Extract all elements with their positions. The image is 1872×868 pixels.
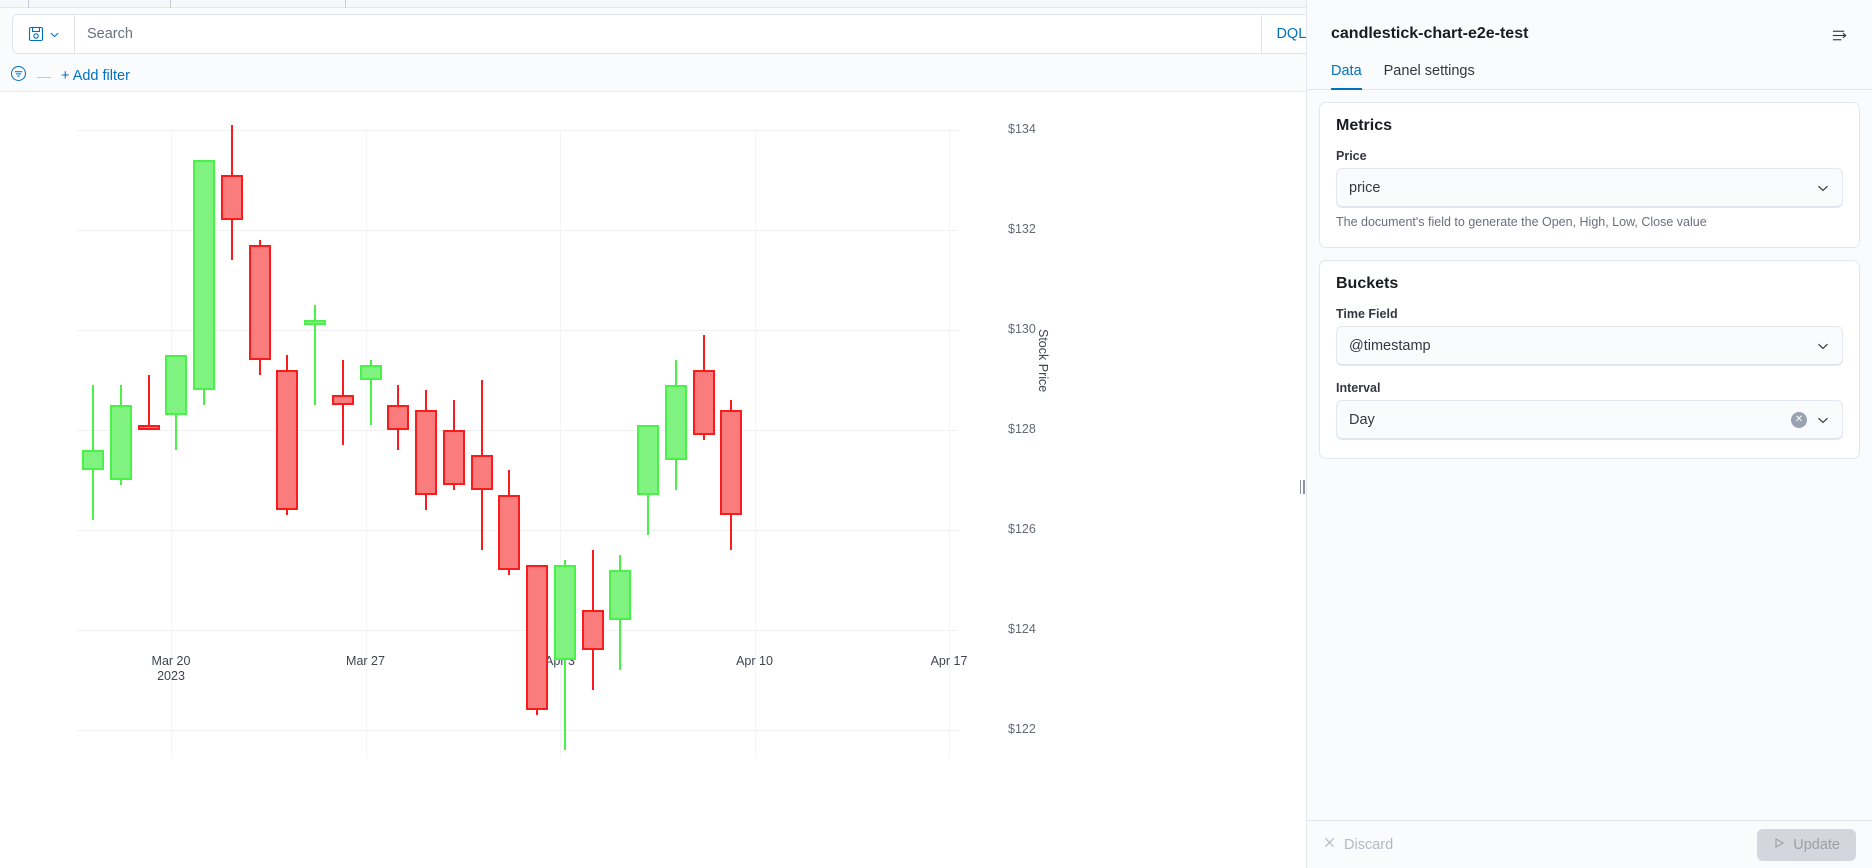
panel-body: Metrics Price price The document's field… (1307, 90, 1872, 820)
candle-body[interactable] (720, 410, 743, 515)
tab-data[interactable]: Data (1331, 63, 1362, 90)
candle-body[interactable] (415, 410, 437, 495)
panel-resize-handle[interactable] (1298, 478, 1306, 496)
search-input[interactable] (75, 15, 1262, 53)
update-button[interactable]: Update (1757, 828, 1856, 861)
candle-body[interactable] (526, 565, 548, 710)
candle-wick (147, 375, 150, 430)
time-field-value: @timestamp (1349, 338, 1431, 354)
price-field-value: price (1349, 180, 1381, 196)
interval-select[interactable]: Day ✕ (1336, 400, 1843, 440)
candle-body[interactable] (609, 570, 632, 620)
metrics-card-title: Metrics (1336, 117, 1393, 134)
candle-body[interactable] (692, 370, 715, 435)
chevron-down-icon (1816, 413, 1830, 427)
editor-side-panel: candlestick-chart-e2e-test Data Panel se… (1306, 0, 1872, 868)
price-field-help: The document's field to generate the Ope… (1336, 215, 1707, 229)
candle-body[interactable] (193, 160, 215, 390)
panel-tabs: Data Panel settings (1307, 49, 1872, 90)
interval-field-group: Interval Day ✕ (1336, 381, 1843, 440)
buckets-card: Buckets Time Field @timestamp Interval D… (1319, 260, 1860, 459)
y-axis-tick-label: $130 (1008, 322, 1036, 336)
y-axis-tick-label: $128 (1008, 422, 1036, 436)
add-filter-button[interactable]: + Add filter (61, 68, 130, 84)
time-field-group: Time Field @timestamp (1336, 307, 1843, 366)
y-gridline (76, 430, 958, 431)
candle-body[interactable] (137, 425, 160, 430)
candle-body[interactable] (664, 385, 687, 460)
price-field-select[interactable]: price (1336, 168, 1843, 208)
play-triangle-icon (1773, 837, 1785, 853)
kibana-visualize-editor: DQL (0, 0, 1872, 868)
discard-label: Discard (1344, 836, 1394, 853)
candle-body[interactable] (581, 610, 604, 650)
save-disk-icon (28, 26, 44, 42)
discard-button[interactable]: Discard (1323, 836, 1393, 853)
clear-x-icon[interactable]: ✕ (1791, 412, 1807, 428)
candle-body[interactable] (82, 450, 104, 470)
y-gridline (76, 730, 958, 731)
y-axis-tick-label: $122 (1008, 722, 1036, 736)
metrics-card: Metrics Price price The document's field… (1319, 102, 1860, 248)
candle-body[interactable] (387, 405, 410, 430)
filter-separator-dash: — (37, 67, 51, 84)
filter-funnel-icon[interactable] (10, 65, 27, 87)
time-field-select[interactable]: @timestamp (1336, 326, 1843, 366)
x-axis-tick-label: Mar 27 (346, 654, 385, 668)
candle-body[interactable] (331, 395, 354, 405)
candle-body[interactable] (637, 425, 659, 495)
candlestick-chart-area: $134 $132 $130 $128 $126 $124 $122 Mar 20 2023 Ma… (0, 92, 1300, 868)
chevron-down-icon (1816, 339, 1830, 353)
y-gridline (76, 630, 958, 631)
search-bar-group: DQL (12, 14, 1322, 54)
y-axis-tick-label: $134 (1008, 122, 1036, 136)
saved-query-button[interactable] (13, 15, 75, 53)
price-field-label: Price (1336, 149, 1367, 163)
y-axis-tick-label: $132 (1008, 222, 1036, 236)
candle-body[interactable] (442, 430, 465, 485)
close-x-icon (1323, 836, 1336, 853)
candlestick-plot[interactable]: $134 $132 $130 $128 $126 $124 $122 Mar 20 2023 Ma… (0, 92, 1300, 868)
candle-body[interactable] (553, 565, 576, 660)
collapse-panel-icon[interactable] (1831, 25, 1848, 49)
candle-body[interactable] (165, 355, 188, 415)
candle-body[interactable] (304, 320, 326, 325)
y-axis-title: Stock Price (1036, 329, 1050, 393)
y-axis-tick-label: $126 (1008, 522, 1036, 536)
buckets-card-title: Buckets (1336, 275, 1399, 292)
candle-body[interactable] (359, 365, 382, 380)
candle-body[interactable] (498, 495, 521, 570)
candle-body[interactable] (109, 405, 132, 480)
y-gridline (76, 130, 958, 131)
x-axis-tick-label: Apr 17 (930, 654, 968, 668)
interval-field-label: Interval (1336, 381, 1381, 395)
interval-value: Day (1349, 412, 1375, 428)
price-field-group: Price price The document's field to gene… (1336, 149, 1843, 229)
time-field-label: Time Field (1336, 307, 1398, 321)
panel-header: candlestick-chart-e2e-test (1307, 0, 1872, 49)
candle-body[interactable] (220, 175, 243, 220)
chevron-down-icon (1816, 181, 1830, 195)
y-axis-tick-label: $124 (1008, 622, 1036, 636)
tab-panel-settings[interactable]: Panel settings (1384, 63, 1475, 90)
candle-body[interactable] (470, 455, 493, 490)
candle-body[interactable] (276, 370, 299, 510)
x-axis-tick-label: Mar 20 2023 (151, 654, 191, 683)
candle-body[interactable] (248, 245, 271, 360)
panel-footer: Discard Update (1307, 820, 1872, 868)
update-label: Update (1793, 836, 1840, 853)
page-title: candlestick-chart-e2e-test (1331, 25, 1529, 42)
x-axis-tick-label: Apr 10 (736, 654, 773, 668)
chevron-down-icon (49, 29, 60, 40)
